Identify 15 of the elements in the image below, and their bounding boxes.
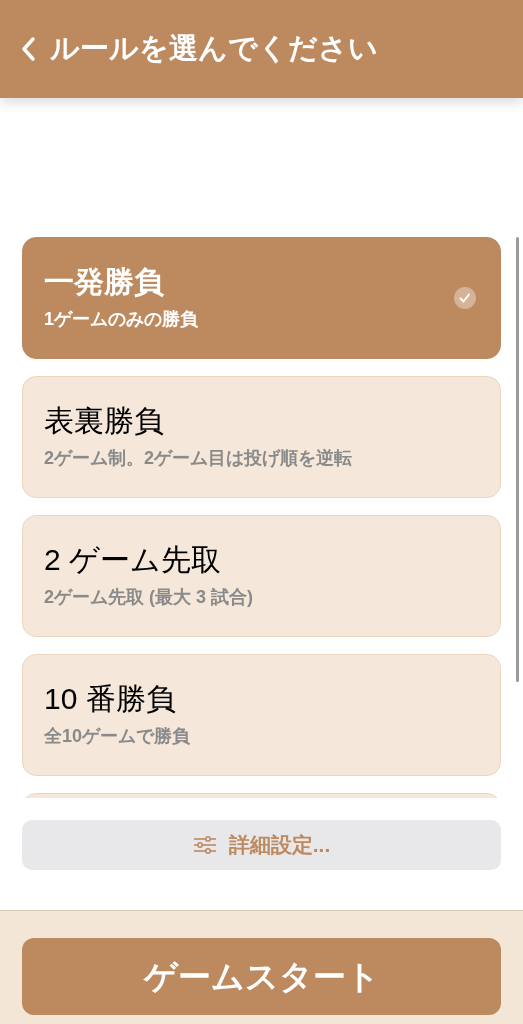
page-title: ルールを選んでください	[50, 31, 378, 67]
rule-card[interactable]: 2 ゲーム先取 2ゲーム先取 (最大 3 試合)	[22, 515, 501, 637]
rule-title: 表裏勝負	[44, 402, 165, 439]
rule-card[interactable]: 10 番勝負 全10ゲームで勝負	[22, 654, 501, 776]
rule-title: 10 番勝負	[44, 680, 177, 717]
rule-description: 2ゲーム先取 (最大 3 試合)	[44, 586, 253, 610]
rule-description: 全10ゲームで勝負	[44, 725, 191, 749]
rule-title: 2 ゲーム先取	[44, 541, 223, 578]
check-icon	[454, 287, 476, 309]
rule-description: 2ゲーム制。2ゲーム目は投げ順を逆転	[44, 447, 353, 471]
rule-title: 一発勝負	[44, 263, 165, 300]
rule-description: 1ゲームのみの勝負	[44, 308, 198, 332]
back-icon[interactable]	[20, 36, 36, 62]
rule-card[interactable]: 表裏勝負 2ゲーム制。2ゲーム目は投げ順を逆転	[22, 376, 501, 498]
sliders-icon	[192, 836, 217, 854]
